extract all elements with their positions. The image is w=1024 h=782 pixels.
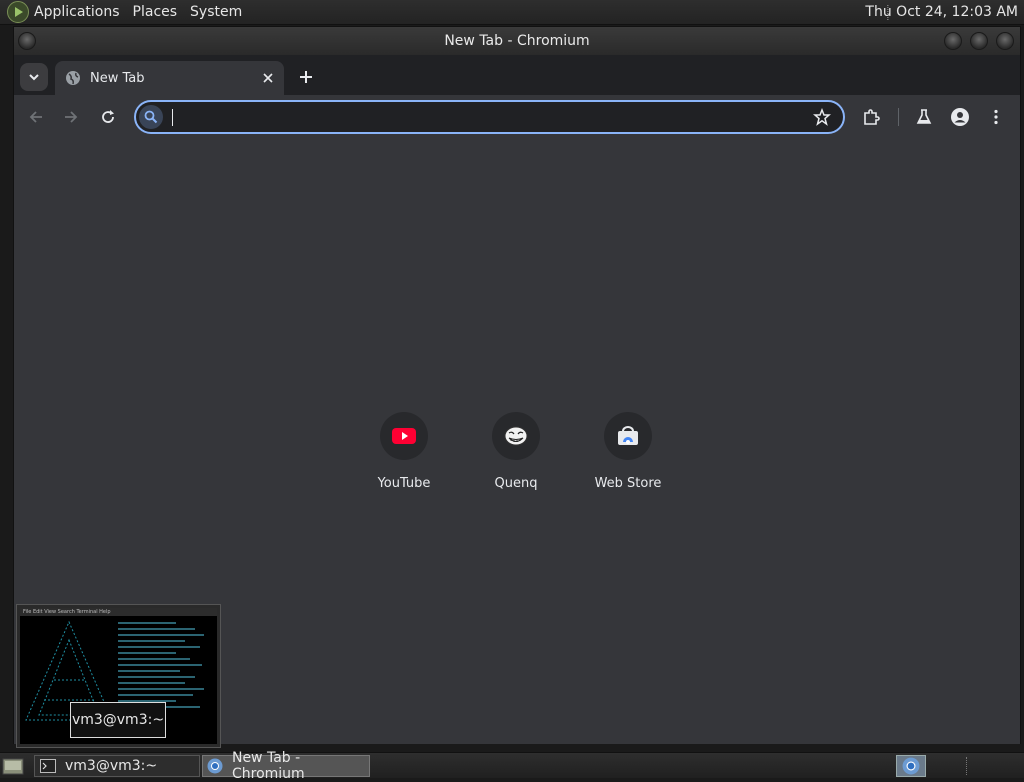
- profile-icon: [951, 108, 969, 126]
- trollface-icon: [492, 412, 540, 460]
- shortcut-quenq[interactable]: Quenq: [460, 412, 572, 491]
- tray-chromium-icon[interactable]: [896, 755, 926, 777]
- shortcut-youtube[interactable]: YouTube: [348, 412, 460, 491]
- tab-strip: New Tab: [14, 55, 1020, 95]
- system-menu[interactable]: System: [190, 4, 242, 20]
- maximize-button[interactable]: [970, 32, 988, 50]
- taskbar-item-terminal[interactable]: vm3@vm3:~: [34, 755, 200, 777]
- window-titlebar[interactable]: New Tab - Chromium: [14, 27, 1020, 55]
- terminal-icon: [39, 758, 57, 774]
- tray-separator: [966, 757, 968, 775]
- close-icon: [263, 73, 273, 83]
- tab-new-tab[interactable]: New Tab: [55, 61, 284, 95]
- extensions-button[interactable]: [859, 105, 883, 129]
- browser-toolbar: [14, 95, 1020, 139]
- window-tooltip: vm3@vm3:~: [70, 702, 166, 738]
- shortcut-label: Quenq: [494, 476, 538, 491]
- applications-menu[interactable]: Applications: [34, 4, 120, 20]
- flask-icon: [916, 109, 932, 124]
- new-tab-button[interactable]: [294, 65, 318, 89]
- reload-icon: [102, 110, 114, 123]
- more-vertical-icon: [994, 109, 998, 125]
- show-desktop-icon[interactable]: [2, 756, 24, 776]
- window-menu-button[interactable]: [18, 32, 36, 50]
- distro-logo-icon[interactable]: [7, 1, 29, 23]
- bookmark-bar: [14, 139, 1020, 179]
- globe-icon: [66, 71, 80, 85]
- taskbar-item-label: New Tab - Chromium: [231, 750, 305, 782]
- top-panel: Applications Places System Thu Oct 24, 1…: [0, 0, 1024, 25]
- taskbar-item-label: vm3@vm3:~: [65, 758, 158, 774]
- toolbar-divider: [898, 108, 899, 126]
- taskbar-item-chromium[interactable]: New Tab - Chromium: [202, 750, 370, 782]
- terminal-menubar: File Edit View Search Terminal Help: [20, 608, 217, 616]
- chromium-icon: [207, 758, 224, 774]
- omnibox-input[interactable]: [170, 106, 800, 128]
- omnibox[interactable]: [134, 100, 845, 134]
- back-button[interactable]: [24, 105, 48, 129]
- shortcut-label: YouTube: [377, 476, 431, 491]
- labs-button[interactable]: [912, 105, 936, 129]
- minimize-button[interactable]: [944, 32, 962, 50]
- plus-icon: [300, 71, 312, 83]
- close-tab-button[interactable]: [258, 68, 278, 88]
- places-menu[interactable]: Places: [133, 4, 178, 20]
- window-title: New Tab - Chromium: [444, 33, 590, 49]
- terminal-text-lines: [118, 622, 214, 712]
- bottom-taskbar: vm3@vm3:~ New Tab - Chromium: [0, 750, 1024, 782]
- close-window-button[interactable]: [996, 32, 1014, 50]
- clock[interactable]: Thu Oct 24, 12:03 AM: [865, 4, 1018, 20]
- shortcut-web-store[interactable]: Web Store: [572, 412, 684, 491]
- shortcut-label: Web Store: [594, 476, 662, 491]
- arrow-right-icon: [65, 111, 78, 123]
- tab-title: New Tab: [90, 70, 145, 86]
- arrow-left-icon: [29, 111, 42, 123]
- search-icon: [139, 105, 163, 129]
- bookmark-star-icon[interactable]: [813, 108, 831, 126]
- web-store-icon: [604, 412, 652, 460]
- puzzle-icon: [864, 109, 880, 125]
- forward-button[interactable]: [59, 105, 83, 129]
- profile-button[interactable]: [948, 105, 972, 129]
- chrome-menu-button[interactable]: [984, 105, 1008, 129]
- youtube-icon: [380, 412, 428, 460]
- reload-button[interactable]: [96, 105, 120, 129]
- tab-search-button[interactable]: [20, 63, 48, 91]
- text-cursor: [172, 109, 173, 126]
- chevron-down-icon: [29, 74, 39, 81]
